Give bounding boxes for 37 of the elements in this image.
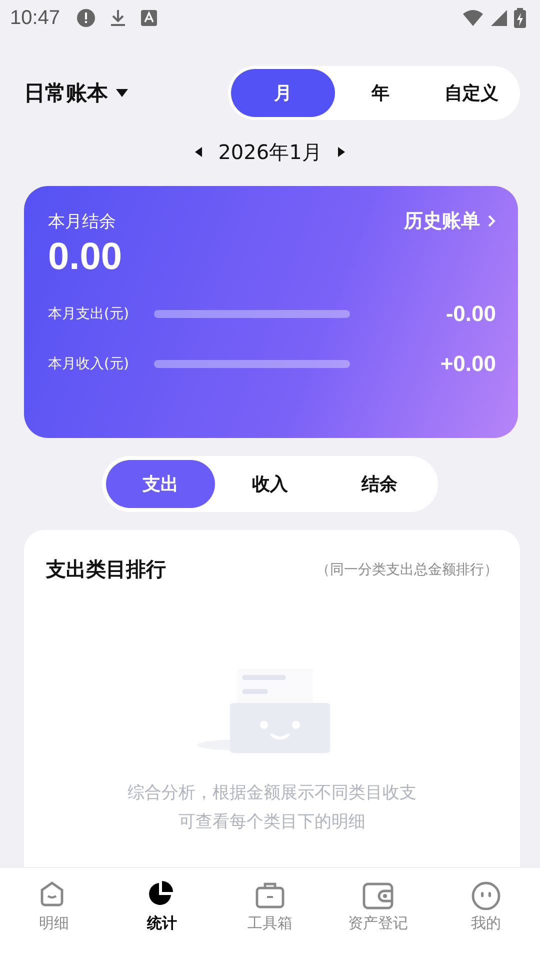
book-selector[interactable]: 日常账本 <box>24 79 128 107</box>
nav-tab[interactable]: 资产登记 <box>324 868 432 960</box>
status-time: 10:47 <box>10 6 60 30</box>
wifi-icon <box>462 9 484 27</box>
period-tab[interactable]: 年 <box>335 69 426 117</box>
nav-tab[interactable]: 统计 <box>108 868 216 960</box>
balance-amount: 0.00 <box>48 236 123 279</box>
type-tab[interactable]: 支出 <box>106 460 216 508</box>
period-tab[interactable]: 自定义 <box>426 69 517 117</box>
summary-amount: +0.00 <box>439 351 496 377</box>
battery-icon <box>514 8 526 28</box>
period-tab[interactable]: 月 <box>231 69 335 117</box>
summary-label: 本月支出(元) <box>48 305 130 323</box>
ranking-note: （同一分类支出总金额排行） <box>316 560 498 578</box>
empty-message: 综合分析，根据金额展示不同类目收支 <box>128 782 416 804</box>
alert-icon <box>76 8 96 28</box>
balance-label: 本月结余 <box>48 210 116 232</box>
history-bills-link[interactable]: 历史账单 <box>404 208 496 234</box>
ranking-title: 支出类目排行 <box>46 556 166 583</box>
empty-message: 可查看每个类目下的明细 <box>178 811 366 833</box>
type-tab[interactable]: 结余 <box>324 460 434 508</box>
summary-label: 本月收入(元) <box>48 355 130 373</box>
right-caret-icon <box>338 147 345 157</box>
left-caret-icon <box>195 147 202 157</box>
caret-icon <box>116 89 128 97</box>
signal-icon <box>490 9 508 27</box>
nav-tab[interactable]: 明细 <box>0 868 108 960</box>
type-tab[interactable]: 收入 <box>215 460 325 508</box>
summary-amount: -0.00 <box>444 301 496 327</box>
nav-tab[interactable]: 我的 <box>432 868 540 960</box>
toolbox-icon <box>254 880 286 910</box>
month-label: 2026年1月 <box>218 138 322 166</box>
face-icon <box>470 880 502 910</box>
keyboard-icon <box>140 9 158 27</box>
wallet-icon <box>362 880 394 910</box>
chevron-icon <box>488 215 496 227</box>
nav-tab[interactable]: 工具箱 <box>216 868 324 960</box>
